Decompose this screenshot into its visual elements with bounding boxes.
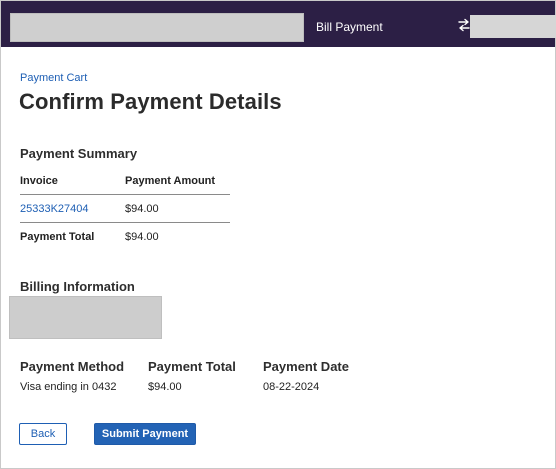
back-button[interactable]: Back (19, 423, 67, 445)
payment-date-label: Payment Date (263, 359, 349, 374)
payment-total-label: Payment Total (20, 231, 95, 243)
swap-arrows-icon[interactable] (457, 18, 471, 32)
table-divider (20, 194, 230, 195)
redacted-account-area (470, 15, 556, 38)
table-divider (20, 222, 230, 223)
payment-total-detail-value: $94.00 (148, 381, 182, 393)
invoice-amount: $94.00 (125, 203, 159, 215)
breadcrumb-payment-cart[interactable]: Payment Cart (20, 72, 87, 84)
column-header-payment-amount: Payment Amount (125, 175, 216, 187)
payment-method-value: Visa ending in 0432 (20, 381, 117, 393)
billing-information-heading: Billing Information (20, 279, 135, 294)
page-title: Confirm Payment Details (19, 89, 282, 114)
invoice-link[interactable]: 25333K27404 (20, 203, 89, 215)
payment-total-value: $94.00 (125, 231, 159, 243)
payment-summary-heading: Payment Summary (20, 146, 138, 161)
payment-method-label: Payment Method (20, 359, 125, 374)
column-header-invoice: Invoice (20, 175, 58, 187)
app-title: Bill Payment (316, 20, 383, 34)
redacted-billing-details (9, 296, 162, 339)
payment-date-value: 08-22-2024 (263, 381, 320, 393)
redacted-area (10, 13, 304, 42)
payment-total-detail-label: Payment Total (148, 359, 236, 374)
submit-payment-button[interactable]: Submit Payment (94, 423, 196, 445)
